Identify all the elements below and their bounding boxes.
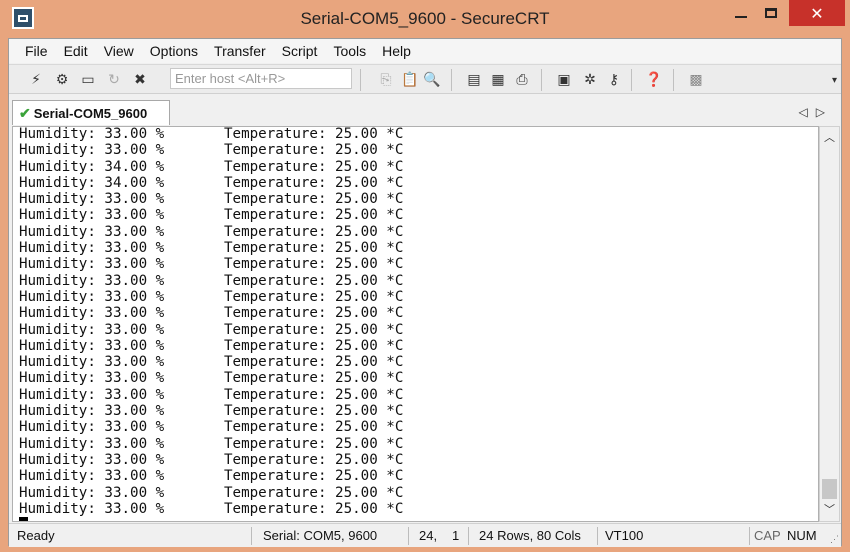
tab-serial-com5[interactable]: ✔ Serial-COM5_9600 [12, 100, 170, 125]
client-area: File Edit View Options Transfer Script T… [8, 38, 842, 547]
terminal-line: Humidity: 33.00 % Temperature: 25.00 *C [19, 337, 404, 354]
terminal-line: Humidity: 33.00 % Temperature: 25.00 *C [19, 142, 404, 159]
terminal-line: Humidity: 33.00 % Temperature: 25.00 *C [19, 256, 404, 273]
terminal-line: Humidity: 33.00 % Temperature: 25.00 *C [19, 370, 404, 387]
status-emulation: VT100 [605, 528, 644, 543]
scroll-down-icon[interactable]: ﹀ [820, 501, 839, 519]
title-bar[interactable]: Serial-COM5_9600 - SecureCRT ✕ [0, 0, 850, 38]
status-bar: Ready Serial: COM5, 9600 24, 1 24 Rows, … [9, 523, 841, 547]
terminal-line: Humidity: 33.00 % Temperature: 25.00 *C [19, 288, 404, 305]
sftp-icon[interactable]: ▤ [465, 71, 483, 89]
terminal-line: Humidity: 33.00 % Temperature: 25.00 *C [19, 272, 404, 289]
terminal-line: Humidity: 33.00 % Temperature: 25.00 *C [19, 126, 404, 142]
terminal-line: Humidity: 34.00 % Temperature: 25.00 *C [19, 174, 404, 191]
connect-in-tab-icon[interactable]: ▭ [79, 71, 97, 89]
toolbar-separator [673, 69, 674, 91]
host-input[interactable]: Enter host <Alt+R> [170, 68, 352, 89]
copy-icon[interactable]: ⎘ [377, 71, 395, 89]
terminal-line: Humidity: 34.00 % Temperature: 25.00 *C [19, 158, 404, 175]
quick-connect-icon[interactable]: ⚙ [53, 71, 71, 89]
keypad-icon[interactable]: ▩ [687, 71, 705, 89]
terminal-line: Humidity: 33.00 % Temperature: 25.00 *C [19, 321, 404, 338]
print-icon[interactable]: ⎙ [513, 71, 531, 89]
close-icon: ✕ [810, 3, 824, 23]
toolbar-overflow-icon[interactable]: ▾ [832, 75, 837, 86]
terminal-line: Humidity: 33.00 % Temperature: 25.00 *C [19, 386, 404, 403]
scroll-up-icon[interactable]: ︿ [820, 129, 839, 147]
connect-icon[interactable]: ⚡ [27, 71, 45, 89]
session-tab-bar: ✔ Serial-COM5_9600 ◁▷ [9, 95, 841, 126]
menu-edit[interactable]: Edit [64, 43, 88, 59]
app-window: Serial-COM5_9600 - SecureCRT ✕ File Edit… [0, 0, 850, 552]
menu-file[interactable]: File [25, 43, 48, 59]
reconnect-icon[interactable]: ↻ [105, 71, 123, 89]
status-cap: CAP [754, 528, 781, 543]
session-options-icon[interactable]: ▣ [555, 71, 573, 89]
terminal-line: Humidity: 33.00 % Temperature: 25.00 *C [19, 305, 404, 322]
terminal-output[interactable]: Humidity: 33.00 % Temperature: 25.00 *C H… [12, 126, 819, 522]
status-connection: Serial: COM5, 9600 [263, 528, 378, 543]
menu-options[interactable]: Options [150, 43, 198, 59]
terminal-line: Humidity: 33.00 % Temperature: 25.00 *C [19, 354, 404, 371]
menu-transfer[interactable]: Transfer [214, 43, 266, 59]
status-divider [749, 527, 750, 545]
status-num: NUM [787, 528, 817, 543]
log-session-icon[interactable]: ▦ [489, 71, 507, 89]
menu-script[interactable]: Script [282, 43, 318, 59]
terminal-line: Humidity: 33.00 % Temperature: 25.00 *C [19, 500, 404, 517]
status-size: 24 Rows, 80 Cols [479, 528, 581, 543]
terminal-line: Humidity: 33.00 % Temperature: 25.00 *C [19, 451, 404, 468]
terminal-cursor-line [19, 517, 403, 521]
maximize-button[interactable] [757, 0, 785, 26]
window-title: Serial-COM5_9600 - SecureCRT [300, 9, 550, 28]
toolbar-separator [631, 69, 632, 91]
terminal-line: Humidity: 33.00 % Temperature: 25.00 *C [19, 403, 404, 420]
minimize-icon [735, 16, 747, 18]
status-divider [251, 527, 252, 545]
menu-view[interactable]: View [104, 43, 134, 59]
paste-icon[interactable]: 📋 [401, 71, 419, 89]
connected-check-icon: ✔ [19, 104, 31, 121]
terminal-line: Humidity: 33.00 % Temperature: 25.00 *C [19, 240, 404, 257]
menu-bar: File Edit View Options Transfer Script T… [9, 39, 841, 63]
menu-help[interactable]: Help [382, 43, 411, 59]
terminal-lines: Humidity: 33.00 % Temperature: 25.00 *C H… [19, 126, 404, 521]
status-divider [597, 527, 598, 545]
status-state: Ready [17, 528, 55, 543]
disconnect-icon[interactable]: ✖ [131, 71, 149, 89]
terminal-cursor [19, 517, 28, 521]
toolbar-separator [541, 69, 542, 91]
find-icon[interactable]: 🔍 [423, 71, 441, 89]
status-divider [408, 527, 409, 545]
status-col: 1 [452, 528, 460, 543]
tab-scroll-arrows: ◁▷ [799, 105, 833, 119]
tab-prev-icon[interactable]: ◁ [799, 105, 816, 119]
status-divider [468, 527, 469, 545]
menu-tools[interactable]: Tools [333, 43, 366, 59]
status-row: 24, [419, 528, 438, 543]
terminal-line: Humidity: 33.00 % Temperature: 25.00 *C [19, 207, 404, 224]
toolbar-separator [451, 69, 452, 91]
terminal-line: Humidity: 33.00 % Temperature: 25.00 *C [19, 191, 404, 208]
tab-label: Serial-COM5_9600 [33, 105, 148, 121]
terminal-line: Humidity: 33.00 % Temperature: 25.00 *C [19, 435, 404, 452]
close-button[interactable]: ✕ [789, 0, 845, 26]
scrollbar-thumb[interactable] [822, 479, 837, 499]
toolbar-separator [360, 69, 361, 91]
terminal-line: Humidity: 33.00 % Temperature: 25.00 *C [19, 468, 404, 485]
minimize-button[interactable] [727, 0, 755, 26]
terminal-line: Humidity: 33.00 % Temperature: 25.00 *C [19, 484, 404, 501]
global-options-icon[interactable]: ✲ [581, 71, 599, 89]
maximize-icon [765, 8, 777, 18]
resize-grip-icon[interactable]: ⋰ [830, 534, 839, 545]
terminal-line: Humidity: 33.00 % Temperature: 25.00 *C [19, 419, 404, 436]
help-icon[interactable]: ❓ [645, 71, 663, 89]
vertical-scrollbar[interactable]: ︿ ﹀ [819, 126, 840, 522]
terminal-line: Humidity: 33.00 % Temperature: 25.00 *C [19, 223, 404, 240]
toolbar: ⚡ ⚙ ▭ ↻ ✖ Enter host <Alt+R> ⎘ 📋 🔍 ▤ ▦ ⎙… [9, 64, 841, 94]
tab-next-icon[interactable]: ▷ [816, 105, 833, 119]
keymap-icon[interactable]: ⚷ [605, 71, 623, 89]
